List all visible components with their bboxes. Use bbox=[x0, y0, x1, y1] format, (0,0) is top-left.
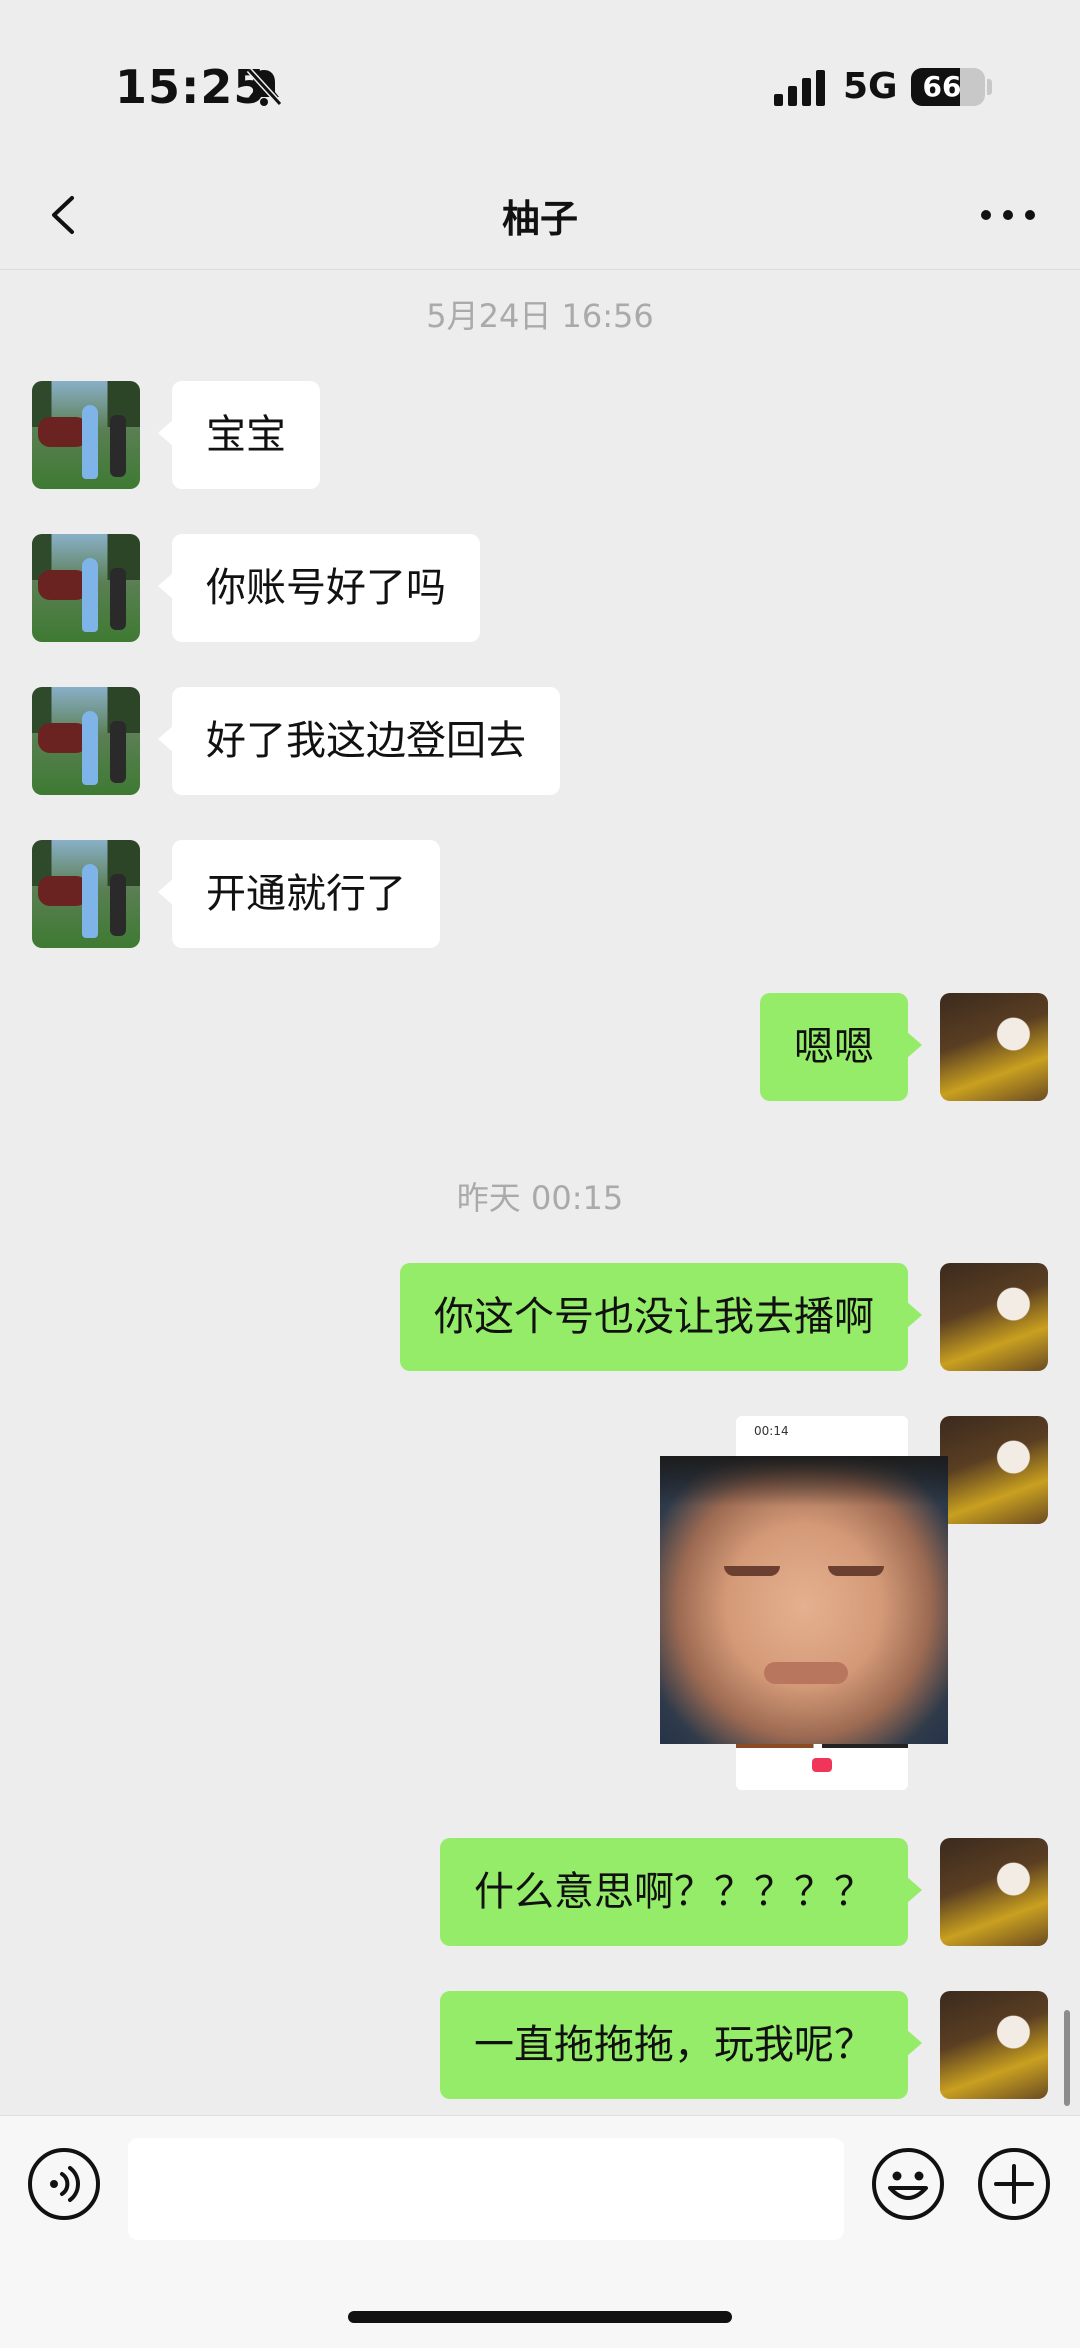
message-bubble[interactable]: 你账号好了吗 bbox=[158, 534, 480, 642]
voice-icon[interactable] bbox=[26, 2146, 102, 2222]
message-bubble[interactable]: 什么意思啊？？？？？ bbox=[440, 1838, 922, 1946]
my-avatar[interactable] bbox=[940, 993, 1048, 1101]
contact-avatar[interactable] bbox=[32, 534, 140, 642]
screenshot-plus-icon bbox=[812, 1758, 832, 1772]
timestamp: 5月24日 16:56 bbox=[426, 297, 654, 335]
meme-sticker bbox=[660, 1456, 948, 1744]
screenshot-tabbar bbox=[736, 1752, 908, 1790]
message-row-received: 宝宝 bbox=[0, 381, 1080, 489]
screenshot-time: 00:14 bbox=[754, 1424, 789, 1438]
plus-icon[interactable] bbox=[976, 2146, 1052, 2222]
scroll-indicator[interactable] bbox=[1064, 2010, 1070, 2106]
my-avatar[interactable] bbox=[940, 1838, 1048, 1946]
message-list[interactable]: 5月24日 16:56 宝宝 你账号好了吗 好了我这边登回去 开通就行了 嗯嗯 … bbox=[0, 271, 1080, 2115]
home-indicator[interactable] bbox=[348, 2311, 732, 2323]
message-row-received: 你账号好了吗 bbox=[0, 534, 1080, 642]
message-row-sent: 嗯嗯 bbox=[0, 993, 1080, 1101]
message-row-sent: 一直拖拖拖，玩我呢？ bbox=[0, 1991, 1080, 2099]
message-bubble[interactable]: 你这个号也没让我去播啊 bbox=[400, 1263, 922, 1371]
network-type: 5G bbox=[843, 66, 898, 107]
my-avatar[interactable] bbox=[940, 1991, 1048, 2099]
image-message[interactable]: 00:14 bbox=[660, 1416, 950, 1796]
signal-icon bbox=[774, 70, 825, 106]
message-bubble[interactable]: 嗯嗯 bbox=[760, 993, 922, 1101]
message-row-received: 开通就行了 bbox=[0, 840, 1080, 948]
chat-header: 柚子 bbox=[0, 160, 1080, 270]
more-icon[interactable] bbox=[970, 185, 1046, 245]
message-bubble[interactable]: 一直拖拖拖，玩我呢？ bbox=[440, 1991, 922, 2099]
battery-cap bbox=[987, 79, 992, 95]
message-input[interactable] bbox=[128, 2138, 844, 2240]
battery-icon: 66 bbox=[911, 68, 985, 106]
contact-avatar[interactable] bbox=[32, 687, 140, 795]
my-avatar[interactable] bbox=[940, 1416, 1048, 1524]
message-bubble[interactable]: 好了我这边登回去 bbox=[158, 687, 560, 795]
message-row-sent: 你这个号也没让我去播啊 bbox=[0, 1263, 1080, 1371]
chat-title: 柚子 bbox=[501, 197, 578, 241]
message-bubble[interactable]: 宝宝 bbox=[158, 381, 320, 489]
timestamp: 昨天 00:15 bbox=[456, 1179, 624, 1217]
contact-avatar[interactable] bbox=[32, 840, 140, 948]
contact-avatar[interactable] bbox=[32, 381, 140, 489]
status-bar: 15:25 5G 66 bbox=[0, 0, 1080, 160]
emoji-icon[interactable] bbox=[870, 2146, 946, 2222]
message-row-sent: 什么意思啊？？？？？ bbox=[0, 1838, 1080, 1946]
bell-slash-icon bbox=[246, 67, 283, 107]
my-avatar[interactable] bbox=[940, 1263, 1048, 1371]
battery-level: 66 bbox=[922, 70, 962, 103]
screenshot-status: 00:14 bbox=[736, 1416, 908, 1458]
message-bubble[interactable]: 开通就行了 bbox=[158, 840, 440, 948]
message-row-received: 好了我这边登回去 bbox=[0, 687, 1080, 795]
